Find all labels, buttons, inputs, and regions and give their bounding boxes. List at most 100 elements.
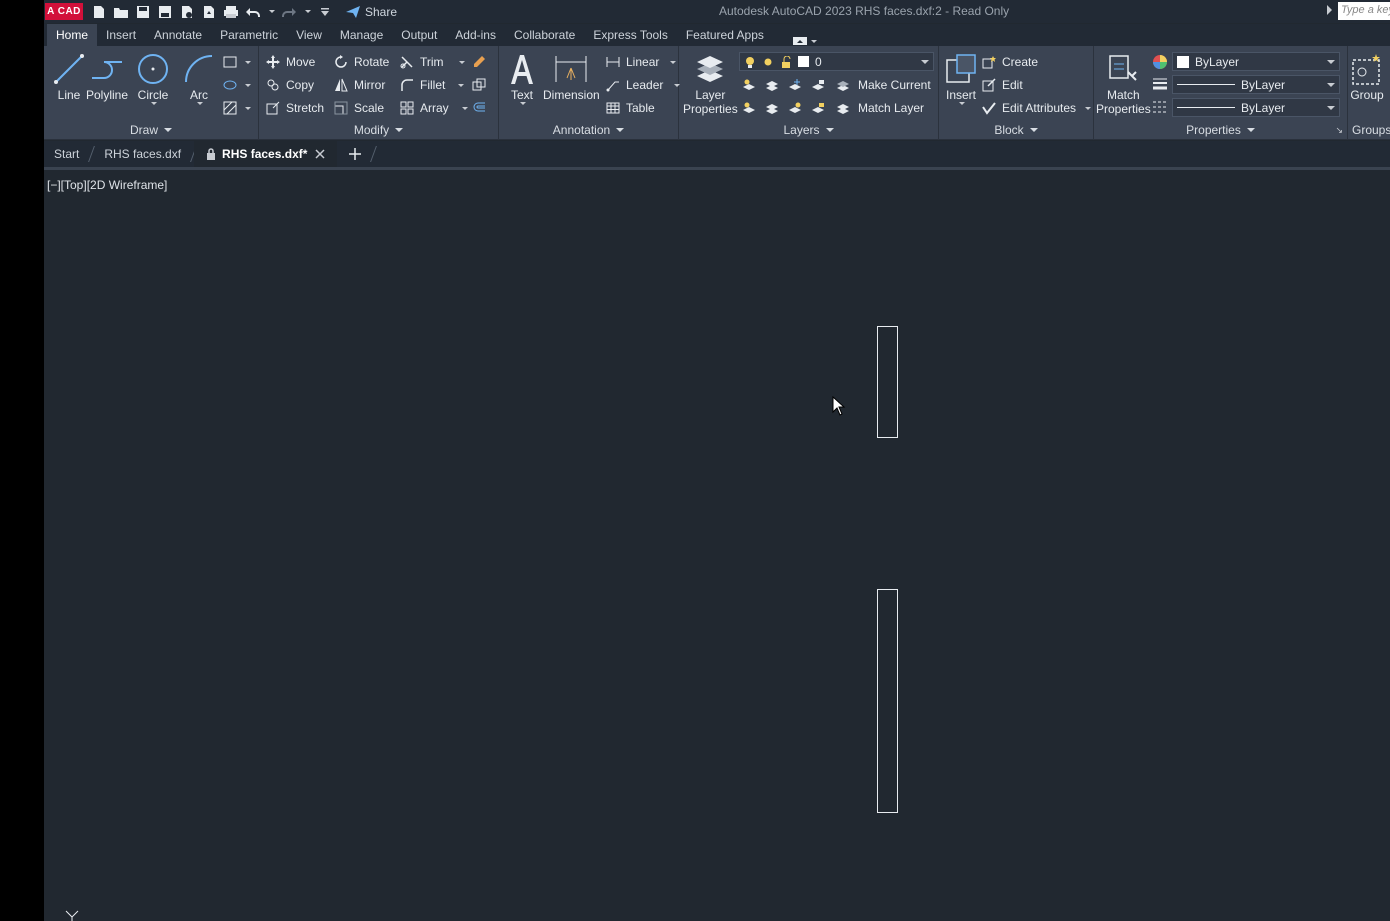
plot-icon[interactable]: [223, 4, 239, 20]
tab-add-ins[interactable]: Add-ins: [446, 24, 505, 46]
linear-button[interactable]: Linear: [605, 54, 677, 70]
circle-dropdown-icon[interactable]: [151, 102, 157, 105]
doc-tab-rhs-faces[interactable]: RHS faces.dxf: [92, 141, 193, 167]
layers-panel-label[interactable]: Layers: [679, 123, 938, 137]
rhs-face-rectangle-top[interactable]: [877, 326, 898, 438]
layer-dropdown[interactable]: 0: [739, 52, 934, 71]
drawing-viewport[interactable]: [−][Top][2D Wireframe]: [44, 167, 1390, 921]
new-file-icon[interactable]: [91, 4, 107, 20]
move-button[interactable]: Move: [265, 54, 315, 70]
trim-button[interactable]: Trim: [399, 54, 465, 70]
properties-panel-label[interactable]: Properties: [1094, 123, 1347, 137]
array-button[interactable]: Array: [399, 100, 468, 116]
mirror-button[interactable]: Mirror: [333, 77, 385, 93]
match-layer-button[interactable]: Match Layer: [858, 101, 924, 115]
insert-button[interactable]: Insert: [944, 52, 978, 105]
doc-tab-start[interactable]: Start: [44, 141, 91, 167]
modify-panel-label[interactable]: Modify: [259, 123, 498, 137]
layer-freeze-icon[interactable]: [787, 77, 803, 93]
undo-dropdown-icon[interactable]: [269, 10, 275, 13]
properties-dialog-launcher-icon[interactable]: ↘: [1335, 125, 1343, 136]
layer-lock-icon[interactable]: [810, 77, 826, 93]
layer-off-icon[interactable]: [741, 77, 757, 93]
groups-panel-label[interactable]: Groups: [1348, 123, 1390, 137]
make-current-button[interactable]: Make Current: [858, 78, 931, 92]
draw-panel-label[interactable]: Draw: [44, 123, 258, 137]
rhs-face-rectangle-bottom[interactable]: [877, 589, 898, 813]
save-as-icon[interactable]: [157, 4, 173, 20]
viewport-controls-label[interactable]: [−][Top][2D Wireframe]: [47, 178, 167, 192]
layer-properties-button[interactable]: Layer Properties: [683, 52, 738, 116]
match-properties-button[interactable]: Match Properties: [1096, 52, 1151, 116]
tab-collaborate[interactable]: Collaborate: [505, 24, 584, 46]
erase-button[interactable]: [471, 54, 487, 70]
polyline-button[interactable]: Polyline: [86, 52, 128, 102]
trim-dropdown-icon[interactable]: [458, 60, 465, 64]
text-button[interactable]: Text: [507, 52, 537, 105]
redo-icon[interactable]: [281, 4, 297, 20]
tab-parametric[interactable]: Parametric: [211, 24, 287, 46]
doc-tab-rhs-faces-modified[interactable]: RHS faces.dxf*: [194, 141, 338, 167]
layer-on-all-icon[interactable]: [741, 100, 757, 116]
current-layer-name: 0: [815, 54, 822, 69]
expand-arrow-icon[interactable]: [1327, 5, 1332, 15]
layer-isolate-icon[interactable]: [764, 77, 780, 93]
linetype-dropdown[interactable]: ByLayer: [1172, 98, 1340, 117]
tab-manage[interactable]: Manage: [331, 24, 392, 46]
block-panel-label[interactable]: Block: [939, 123, 1093, 137]
share-button[interactable]: Share: [345, 5, 397, 19]
table-button[interactable]: Table: [605, 100, 655, 116]
color-dropdown[interactable]: ByLayer: [1172, 52, 1340, 71]
tab-view[interactable]: View: [287, 24, 331, 46]
dimension-button[interactable]: Dimension: [543, 52, 600, 102]
tab-express-tools[interactable]: Express Tools: [584, 24, 676, 46]
explode-button[interactable]: [471, 77, 487, 93]
tab-home[interactable]: Home: [47, 24, 98, 46]
create-block-button[interactable]: Create: [981, 54, 1038, 70]
layer-thaw-all-icon[interactable]: [787, 100, 803, 116]
linear-dropdown-icon[interactable]: [670, 60, 677, 64]
insert-dropdown-icon[interactable]: [959, 102, 965, 105]
rotate-button[interactable]: Rotate: [333, 54, 389, 70]
tab-insert[interactable]: Insert: [97, 24, 145, 46]
copy-button[interactable]: Copy: [265, 77, 314, 93]
undo-icon[interactable]: [245, 4, 261, 20]
text-dropdown-icon[interactable]: [520, 102, 526, 105]
customize-qat-icon[interactable]: [317, 4, 333, 20]
edit-attributes-button[interactable]: Edit Attributes: [981, 100, 1092, 116]
search-input[interactable]: Type a keyword: [1338, 2, 1390, 20]
edit-attributes-dropdown-icon[interactable]: [1085, 106, 1092, 110]
fillet-dropdown-icon[interactable]: [458, 83, 465, 87]
arc-dropdown-icon[interactable]: [197, 102, 203, 105]
offset-button[interactable]: [471, 100, 487, 116]
stretch-button[interactable]: Stretch: [265, 100, 324, 116]
layer-unlock-all-icon[interactable]: [810, 100, 826, 116]
tab-annotate[interactable]: Annotate: [145, 24, 211, 46]
lineweight-dropdown[interactable]: ByLayer: [1172, 75, 1340, 94]
leader-button[interactable]: Leader: [605, 77, 681, 93]
rectangle-button[interactable]: [222, 54, 251, 70]
edit-block-button[interactable]: Edit: [981, 77, 1023, 93]
app-logo[interactable]: A CAD: [45, 3, 83, 20]
fillet-button[interactable]: Fillet: [399, 77, 465, 93]
tab-output[interactable]: Output: [392, 24, 446, 46]
line-button[interactable]: Line: [52, 52, 86, 102]
annotation-panel-label[interactable]: Annotation: [499, 123, 678, 137]
scale-button[interactable]: Scale: [333, 100, 384, 116]
tab-featured-apps[interactable]: Featured Apps: [677, 24, 773, 46]
open-from-web-icon[interactable]: [179, 4, 195, 20]
hatch-button[interactable]: [222, 100, 251, 116]
layer-unisolate-icon[interactable]: [764, 100, 780, 116]
open-folder-icon[interactable]: [113, 4, 129, 20]
save-to-web-icon[interactable]: [201, 4, 217, 20]
ellipse-button[interactable]: [222, 77, 251, 93]
arc-button[interactable]: Arc: [182, 52, 216, 105]
close-tab-icon[interactable]: [315, 149, 325, 159]
save-icon[interactable]: [135, 4, 151, 20]
group-button[interactable]: Group: [1350, 52, 1384, 102]
new-tab-button[interactable]: [337, 141, 373, 167]
circle-button[interactable]: Circle: [136, 52, 170, 105]
ribbon-display-toggle[interactable]: [792, 36, 817, 46]
redo-dropdown-icon[interactable]: [305, 10, 311, 13]
array-dropdown-icon[interactable]: [461, 106, 468, 110]
